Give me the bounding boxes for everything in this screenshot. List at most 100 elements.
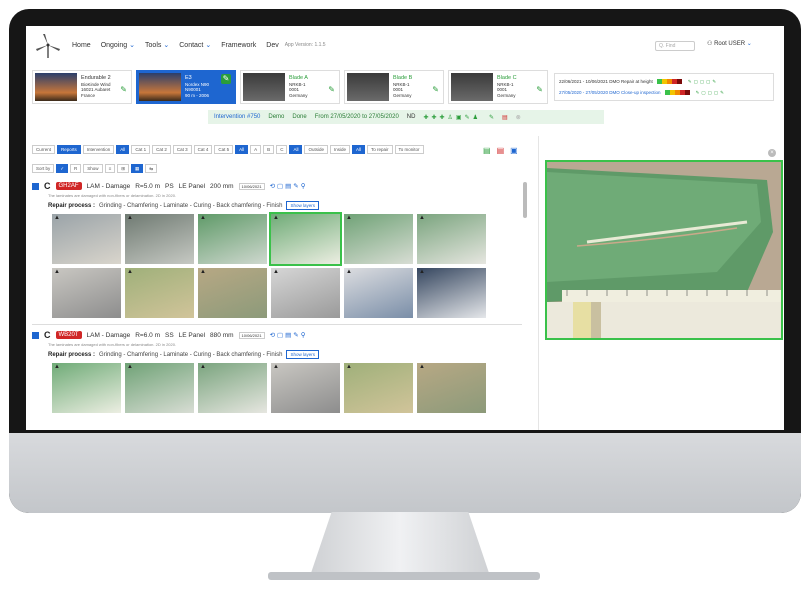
turbine-card[interactable]: Blade A NRKB-1 0001 Germany ✎ (240, 70, 340, 104)
filter-button[interactable]: Cat 1 (131, 145, 151, 154)
select-checkbox[interactable] (32, 182, 39, 190)
nav-item-contact[interactable]: Contact ⌄ (179, 41, 211, 49)
filter-button[interactable]: B (263, 145, 275, 154)
filter-button[interactable]: Outside (304, 145, 328, 154)
nav-item-home[interactable]: Home (72, 42, 91, 49)
photo-thumbnail[interactable]: ▲ (198, 214, 267, 264)
filter-button[interactable]: To monitor (394, 145, 424, 154)
filter-button[interactable]: Cat 2 (152, 145, 171, 154)
pdf-export-icon[interactable]: ▤ (497, 146, 505, 155)
photo-thumbnail[interactable]: ▲ (417, 214, 486, 264)
filter-button[interactable]: C (276, 145, 288, 154)
nav-item-framework[interactable]: Framework (221, 42, 256, 49)
filter-button[interactable]: All (289, 145, 303, 154)
filter-button[interactable]: ✓ (56, 164, 69, 173)
photo-thumbnail[interactable]: ▲ (198, 268, 267, 318)
filter-button[interactable]: To repair (367, 145, 393, 154)
filter-button[interactable]: Current (32, 145, 56, 154)
filter-button[interactable]: A (250, 145, 262, 154)
user-menu[interactable]: ⚇ Root USER ⌄ (707, 40, 752, 47)
damage-action-icons[interactable]: ⟲▢▤✎⚲ (270, 182, 308, 190)
turbine-card[interactable]: E3 Nordex N90 N90001 90 m - 2006 ✎ (136, 70, 236, 104)
photo-thumbnail[interactable]: ▲ (125, 214, 194, 264)
nav-item-dev[interactable]: Dev (266, 42, 278, 49)
filter-button[interactable]: R (70, 164, 82, 173)
edit-icon[interactable]: ✎ (432, 85, 439, 94)
repair-process: Repair process : Grinding - Chamfering - … (48, 350, 522, 359)
close-viewer-icon[interactable]: × (768, 149, 776, 157)
nav-item-tools[interactable]: Tools ⌄ (145, 41, 169, 49)
damage-entry[interactable]: C GH2AF LAM - Damage R=5.0 m PS LE Panel 200 m… (32, 180, 522, 318)
intervention-code: ND (406, 114, 416, 120)
edit-icon[interactable]: ✎ (536, 85, 543, 94)
damage-action-icons[interactable]: ⟲▢▤✎⚲ (270, 331, 308, 339)
filter-button[interactable]: Show (83, 164, 103, 173)
photo-thumbnail[interactable]: ▲ (271, 268, 340, 318)
turbine-card[interactable]: Blade C NRKB-1 0001 Germany ✎ (448, 70, 548, 104)
pdf-icon[interactable]: ▤ (502, 114, 508, 121)
inspection-row[interactable]: 27/05/2020 - 27/05/2020 DMO Close-up ins… (559, 87, 769, 98)
intervention-number[interactable]: Intervention #750 (214, 114, 260, 120)
nav-item-ongoing[interactable]: Ongoing ⌄ (101, 41, 135, 49)
filter-button[interactable]: Cat 4 (193, 145, 213, 154)
entry-divider (32, 324, 522, 325)
photo-thumbnail[interactable]: ▲ (52, 363, 121, 413)
photo-thumbnail[interactable]: ▲ (52, 268, 121, 318)
warning-icon: ▲ (54, 215, 60, 221)
photo-thumbnail[interactable]: ▲ (269, 212, 342, 266)
turbine-cards: Endurable 2 BioKinde Wind 16021 Aubaret Fra… (32, 70, 552, 104)
filter-button[interactable]: Inside (329, 145, 350, 154)
filter-button[interactable]: ⇆ (145, 164, 158, 173)
filter-button[interactable]: All (351, 145, 365, 154)
filter-button[interactable]: ▦ (130, 164, 144, 173)
filter-button[interactable]: ⊞ (117, 164, 129, 173)
turbine-card[interactable]: Endurable 2 BioKinde Wind 16021 Aubaret Fra… (32, 70, 132, 104)
intervention-tool-icons[interactable]: ✚✚✚♙▣✎♟ (423, 114, 481, 121)
inspection-action-icons[interactable]: ✎▢▢▢✎ (696, 90, 726, 96)
select-checkbox[interactable] (32, 331, 39, 339)
filter-row-primary: Current Reports Intervention All Cat 1 Cat 2C… (32, 145, 424, 154)
photo-thumbnail[interactable]: ▲ (344, 214, 413, 264)
filter-button[interactable]: Sort by (32, 164, 55, 173)
photo-thumbnail[interactable]: ▲ (125, 363, 194, 413)
photo-thumbnail[interactable]: ▲ (417, 363, 486, 413)
turbine-card[interactable]: Blade B NRKB-1 0001 Germany ✎ (344, 70, 444, 104)
turbine-l3: 90 m - 2006 (185, 92, 210, 98)
filter-button[interactable]: All (116, 145, 130, 154)
monitor-stand (310, 512, 490, 576)
damage-code-badge[interactable]: WB20T (55, 331, 82, 339)
close-circle-icon[interactable]: ⊗ (516, 114, 521, 121)
inspection-row[interactable]: 22/06/2021 - 10/06/2021 DMO Repair at he… (559, 76, 769, 87)
photo-thumbnail[interactable]: ▲ (125, 268, 194, 318)
photo-thumbnail[interactable]: ▲ (344, 363, 413, 413)
excel-export-icon[interactable]: ▤ (483, 146, 491, 155)
edit-icon[interactable]: ✎ (221, 74, 231, 84)
turbine-title: Blade A (289, 75, 308, 81)
filter-button[interactable]: ≡ (104, 164, 116, 173)
filter-button[interactable]: All (235, 145, 249, 154)
filter-button[interactable]: Intervention (82, 145, 115, 154)
filter-button[interactable]: Cat 5 (214, 145, 234, 154)
photo-thumbnail[interactable]: ▲ (198, 363, 267, 413)
photo-thumbnail[interactable]: ▲ (344, 268, 413, 318)
warning-icon: ▲ (419, 269, 425, 275)
photo-grid: ▲ ▲ ▲ ▲ ▲ ▲ ▲ ▲ ▲ ▲ ▲ ▲ (52, 212, 492, 318)
damage-code-badge[interactable]: GH2AF (55, 182, 82, 190)
list-scrollbar[interactable] (523, 182, 527, 218)
show-layers-button[interactable]: Show layers (286, 201, 319, 210)
save-icon[interactable]: ▣ (510, 146, 518, 155)
photo-thumbnail[interactable]: ▲ (271, 363, 340, 413)
filter-button[interactable]: Cat 3 (172, 145, 192, 154)
edit-icon[interactable]: ✎ (489, 114, 494, 121)
photo-thumbnail[interactable]: ▲ (417, 268, 486, 318)
search-input[interactable]: Q. Find (655, 41, 695, 51)
damage-entry[interactable]: C WB20T LAM - Damage R=6.0 m SS LE Panel 880 m… (32, 329, 522, 413)
edit-icon[interactable]: ✎ (120, 85, 127, 94)
filter-button[interactable]: Reports (57, 145, 81, 154)
photo-thumbnail[interactable]: ▲ (52, 214, 121, 264)
edit-icon[interactable]: ✎ (328, 85, 335, 94)
turbine-logo-icon[interactable] (34, 31, 62, 59)
inspection-action-icons[interactable]: ✎▢▢▢✎ (688, 79, 718, 85)
photo-viewer[interactable] (545, 160, 783, 340)
show-layers-button[interactable]: Show layers (286, 350, 319, 359)
